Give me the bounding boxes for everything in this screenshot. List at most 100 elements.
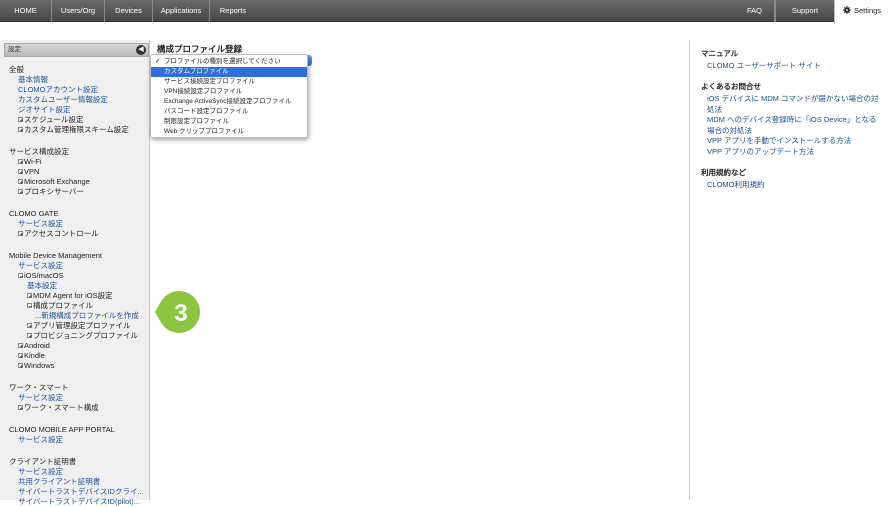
sidebar-item-work-service[interactable]: サービス設定: [18, 393, 63, 403]
option-label: プロファイルの種別を選択してください: [164, 58, 281, 65]
section-work-smart: ワーク・スマート: [9, 383, 69, 392]
manual-heading: マニュアル: [701, 49, 739, 58]
expand-icon[interactable]: [18, 353, 23, 358]
collapse-icon[interactable]: ◀: [136, 45, 146, 55]
sidebar-item-label: MDM Agent for iOS設定: [33, 291, 113, 300]
sidebar-item-config-profile[interactable]: 構成プロファイル: [27, 301, 93, 311]
expand-icon[interactable]: [18, 405, 23, 410]
option-label: パスコード設定プロファイル: [164, 108, 249, 115]
support-site-link[interactable]: CLOMO ユーザーサポート サイト: [707, 61, 821, 72]
sidebar-item-android[interactable]: Android: [18, 341, 50, 351]
sidebar-item-label: ワーク・スマート構成: [24, 403, 99, 412]
terms-heading: 利用規約など: [701, 168, 746, 177]
sidebar-item-shared-cert[interactable]: 共用クライアント証明書: [18, 477, 100, 487]
option-label: サービス接続設定プロファイル: [164, 78, 255, 85]
nav-users-org[interactable]: Users/Org: [52, 0, 105, 22]
sidebar-item-label: アクセスコントロール: [24, 229, 99, 238]
terms-link[interactable]: CLOMO利用規約: [707, 180, 765, 191]
sidebar-item-label: Kindle: [24, 351, 45, 360]
sidebar-item-custom-permission[interactable]: カスタム管理権限スキーム設定: [18, 125, 129, 135]
section-client-cert: クライアント証明書: [9, 457, 77, 466]
dropdown-option[interactable]: VPN接続設定プロファイル: [151, 87, 307, 97]
dropdown-option[interactable]: ✓ プロファイルの種別を選択してください: [151, 57, 307, 67]
expand-icon[interactable]: [27, 333, 32, 338]
faq-link-vpp-update[interactable]: VPP アプリのアップデート方法: [707, 147, 814, 158]
sidebar-header-label: 設定: [8, 46, 21, 53]
expand-icon[interactable]: [18, 127, 23, 132]
sidebar-item-vpn[interactable]: VPN: [18, 167, 39, 177]
expand-icon[interactable]: [18, 159, 23, 164]
sidebar-item-windows[interactable]: Windows: [18, 361, 54, 371]
section-app-portal: CLOMO MOBILE APP PORTAL: [9, 425, 115, 434]
option-label: 制限設定プロファイル: [164, 118, 229, 125]
sidebar-item-schedule[interactable]: スケジュール設定: [18, 115, 83, 125]
expand-icon[interactable]: [18, 343, 23, 348]
sidebar-item-access-control[interactable]: アクセスコントロール: [18, 229, 99, 239]
faq-link-ios-device-cont[interactable]: 場合の対処法: [707, 126, 752, 137]
sidebar-item-geosite[interactable]: ジオサイト設定: [18, 105, 71, 115]
expand-icon[interactable]: [27, 323, 32, 328]
dropdown-option[interactable]: パスコード設定プロファイル: [151, 107, 307, 117]
sidebar-item-clomo-account[interactable]: CLOMOアカウント設定: [18, 85, 98, 95]
expand-icon[interactable]: [18, 169, 23, 174]
sidebar-item-work-config[interactable]: ワーク・スマート構成: [18, 403, 99, 413]
sidebar-item-label: プロキシサーバー: [24, 187, 84, 196]
expand-icon[interactable]: [18, 363, 23, 368]
step-callout-marker: 3: [155, 291, 200, 333]
sidebar-item-custom-user-info[interactable]: カスタムユーザー情報設定: [18, 95, 108, 105]
nav-settings-label: Settings: [853, 6, 882, 15]
sidebar-item-ios-basic[interactable]: 基本設定: [27, 281, 57, 291]
collapse-node-icon[interactable]: [18, 273, 23, 278]
faq-heading: よくあるお問合せ: [701, 82, 761, 91]
sidebar-item-cybertrust-pilot[interactable]: サイバートラストデバイスID(pilot)...: [18, 497, 140, 507]
step-number: 3: [174, 300, 187, 327]
sidebar-item-new-profile[interactable]: ...新規構成プロファイルを作成: [35, 311, 139, 321]
sidebar-item-provisioning[interactable]: プロビジョニングプロファイル: [27, 331, 138, 341]
dropdown-option[interactable]: サービス接続設定プロファイル: [151, 77, 307, 87]
expand-icon[interactable]: [27, 293, 32, 298]
expand-icon[interactable]: [18, 231, 23, 236]
sidebar-item-label: プロビジョニングプロファイル: [33, 331, 138, 340]
expand-icon[interactable]: [18, 117, 23, 122]
sidebar-item-wifi[interactable]: Wi-Fi: [18, 157, 42, 167]
sidebar-item-exchange[interactable]: Microsoft Exchange: [18, 177, 90, 187]
section-service-config: サービス構成設定: [9, 147, 69, 156]
sidebar-header: 設定 ◀: [4, 43, 149, 57]
dropdown-option-custom[interactable]: カスタムプロファイル: [151, 67, 307, 77]
sidebar-item-gate-service[interactable]: サービス設定: [18, 219, 63, 229]
dropdown-option[interactable]: Web クリッププロファイル: [151, 127, 307, 137]
sidebar-item-label: カスタム管理権限スキーム設定: [24, 125, 129, 134]
sidebar-item-cybertrust[interactable]: サイバートラストデバイスIDクライ...: [18, 487, 144, 497]
nav-settings[interactable]: Settings: [834, 0, 889, 24]
nav-support[interactable]: Support: [775, 0, 834, 22]
sidebar-item-mdm-agent[interactable]: MDM Agent for iOS設定: [27, 291, 113, 301]
collapse-node-icon[interactable]: [27, 303, 32, 308]
expand-icon[interactable]: [18, 179, 23, 184]
sidebar-item-mdm-service[interactable]: サービス設定: [18, 261, 63, 271]
sidebar-item-basic-info[interactable]: 基本情報: [18, 75, 48, 85]
nav-home[interactable]: HOME: [0, 0, 52, 22]
sidebar-item-label: 構成プロファイル: [33, 301, 93, 310]
nav-applications[interactable]: Applications: [153, 0, 210, 22]
sidebar-item-cert-service[interactable]: サービス設定: [18, 467, 63, 477]
nav-reports[interactable]: Reports: [210, 0, 256, 22]
faq-link-mdm-command[interactable]: iOS デバイスに MDM コマンドが届かない場合の対: [707, 94, 878, 105]
faq-link-ios-device[interactable]: MDM へのデバイス登録時に「iOS Device」となる: [707, 115, 877, 126]
faq-link-vpp-install[interactable]: VPP アプリを手動でインストールする方法: [707, 136, 851, 147]
profile-type-dropdown[interactable]: ✓ プロファイルの種別を選択してください カスタムプロファイル サービス接続設定プ…: [150, 54, 308, 138]
nav-devices[interactable]: Devices: [105, 0, 153, 22]
section-general: 全般: [9, 65, 24, 74]
dropdown-option[interactable]: Exchange ActiveSync接続設定プロファイル: [151, 97, 307, 107]
sidebar-item-portal-service[interactable]: サービス設定: [18, 435, 63, 445]
sidebar-item-proxy[interactable]: プロキシサーバー: [18, 187, 84, 197]
sidebar-item-app-profile[interactable]: アプリ管理設定プロファイル: [27, 321, 131, 331]
option-label: VPN接続設定プロファイル: [164, 88, 243, 95]
sidebar-item-label: Microsoft Exchange: [24, 177, 90, 186]
faq-link-mdm-command-cont[interactable]: 処法: [707, 105, 722, 116]
sidebar-item-kindle[interactable]: Kindle: [18, 351, 45, 361]
dropdown-option[interactable]: 制限設定プロファイル: [151, 117, 307, 127]
sidebar-item-ios-macos[interactable]: iOS/macOS: [18, 271, 64, 281]
expand-icon[interactable]: [18, 189, 23, 194]
nav-faq[interactable]: FAQ: [735, 0, 775, 22]
top-nav: HOME Users/Org Devices Applications Repo…: [0, 0, 889, 24]
